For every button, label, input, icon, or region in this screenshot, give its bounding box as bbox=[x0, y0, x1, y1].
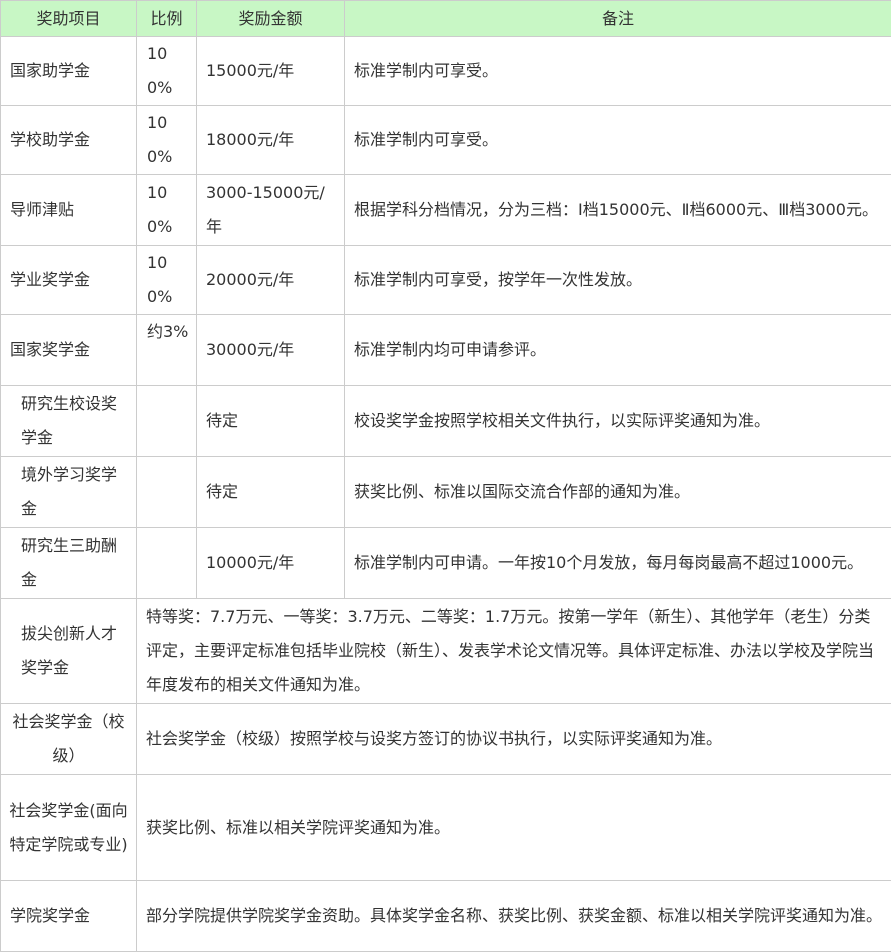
cell-ratio: 100% bbox=[137, 106, 197, 175]
table-header-row: 奖助项目 比例 奖励金额 备注 bbox=[1, 1, 891, 37]
cell-amount: 待定 bbox=[197, 386, 345, 457]
cell-item: 国家奖学金 bbox=[1, 315, 137, 386]
header-ratio: 比例 bbox=[137, 1, 197, 37]
cell-item: 学校助学金 bbox=[1, 106, 137, 175]
cell-amount: 待定 bbox=[197, 457, 345, 528]
cell-amount: 10000元/年 bbox=[197, 528, 345, 599]
cell-note: 特等奖：7.7万元、一等奖：3.7万元、二等奖：1.7万元。按第一学年（新生）、… bbox=[137, 599, 891, 704]
cell-note: 标准学制内可享受。 bbox=[345, 106, 891, 175]
cell-item: 学院奖学金 bbox=[1, 881, 137, 952]
cell-note: 根据学科分档情况，分为三档：Ⅰ档15000元、Ⅱ档6000元、Ⅲ档3000元。 bbox=[345, 175, 891, 246]
table-row: 研究生校设奖学金 待定 校设奖学金按照学校相关文件执行，以实际评奖通知为准。 bbox=[1, 386, 891, 457]
cell-ratio: 约3% bbox=[137, 315, 197, 386]
cell-ratio bbox=[137, 528, 197, 599]
cell-amount: 15000元/年 bbox=[197, 37, 345, 106]
cell-item: 境外学习奖学金 bbox=[1, 457, 137, 528]
cell-note: 获奖比例、标准以相关学院评奖通知为准。 bbox=[137, 775, 891, 881]
cell-amount: 3000-15000元/年 bbox=[197, 175, 345, 246]
cell-amount: 18000元/年 bbox=[197, 106, 345, 175]
cell-item: 导师津贴 bbox=[1, 175, 137, 246]
table-row: 拔尖创新人才奖学金 特等奖：7.7万元、一等奖：3.7万元、二等奖：1.7万元。… bbox=[1, 599, 891, 704]
table-row: 境外学习奖学金 待定 获奖比例、标准以国际交流合作部的通知为准。 bbox=[1, 457, 891, 528]
cell-note: 社会奖学金（校级）按照学校与设奖方签订的协议书执行，以实际评奖通知为准。 bbox=[137, 704, 891, 775]
table-row: 社会奖学金(面向特定学院或专业) 获奖比例、标准以相关学院评奖通知为准。 bbox=[1, 775, 891, 881]
cell-amount: 20000元/年 bbox=[197, 246, 345, 315]
cell-item: 拔尖创新人才奖学金 bbox=[1, 599, 137, 704]
table-row: 国家助学金 100% 15000元/年 标准学制内可享受。 bbox=[1, 37, 891, 106]
cell-note: 标准学制内可享受。 bbox=[345, 37, 891, 106]
cell-ratio: 100% bbox=[137, 175, 197, 246]
cell-item: 国家助学金 bbox=[1, 37, 137, 106]
table-row: 导师津贴 100% 3000-15000元/年 根据学科分档情况，分为三档：Ⅰ档… bbox=[1, 175, 891, 246]
cell-note: 标准学制内可享受，按学年一次性发放。 bbox=[345, 246, 891, 315]
cell-item: 社会奖学金(面向特定学院或专业) bbox=[1, 775, 137, 881]
table-row: 学院奖学金 部分学院提供学院奖学金资助。具体奖学金名称、获奖比例、获奖金额、标准… bbox=[1, 881, 891, 952]
cell-note: 获奖比例、标准以国际交流合作部的通知为准。 bbox=[345, 457, 891, 528]
table-row: 社会奖学金（校级） 社会奖学金（校级）按照学校与设奖方签订的协议书执行，以实际评… bbox=[1, 704, 891, 775]
table-row: 学业奖学金 100% 20000元/年 标准学制内可享受，按学年一次性发放。 bbox=[1, 246, 891, 315]
cell-ratio: 100% bbox=[137, 37, 197, 106]
table-row: 国家奖学金 约3% 30000元/年 标准学制内均可申请参评。 bbox=[1, 315, 891, 386]
cell-ratio: 100% bbox=[137, 246, 197, 315]
cell-note: 标准学制内均可申请参评。 bbox=[345, 315, 891, 386]
cell-ratio bbox=[137, 457, 197, 528]
cell-item: 研究生三助酬金 bbox=[1, 528, 137, 599]
header-note: 备注 bbox=[345, 1, 891, 37]
cell-ratio bbox=[137, 386, 197, 457]
header-item: 奖助项目 bbox=[1, 1, 137, 37]
scholarship-table: 奖助项目 比例 奖励金额 备注 国家助学金 100% 15000元/年 标准学制… bbox=[0, 0, 891, 952]
cell-item: 社会奖学金（校级） bbox=[1, 704, 137, 775]
header-amount: 奖励金额 bbox=[197, 1, 345, 37]
cell-amount: 30000元/年 bbox=[197, 315, 345, 386]
table-row: 研究生三助酬金 10000元/年 标准学制内可申请。一年按10个月发放，每月每岗… bbox=[1, 528, 891, 599]
table-row: 学校助学金 100% 18000元/年 标准学制内可享受。 bbox=[1, 106, 891, 175]
cell-item: 研究生校设奖学金 bbox=[1, 386, 137, 457]
cell-note: 部分学院提供学院奖学金资助。具体奖学金名称、获奖比例、获奖金额、标准以相关学院评… bbox=[137, 881, 891, 952]
cell-note: 校设奖学金按照学校相关文件执行，以实际评奖通知为准。 bbox=[345, 386, 891, 457]
cell-item: 学业奖学金 bbox=[1, 246, 137, 315]
cell-note: 标准学制内可申请。一年按10个月发放，每月每岗最高不超过1000元。 bbox=[345, 528, 891, 599]
